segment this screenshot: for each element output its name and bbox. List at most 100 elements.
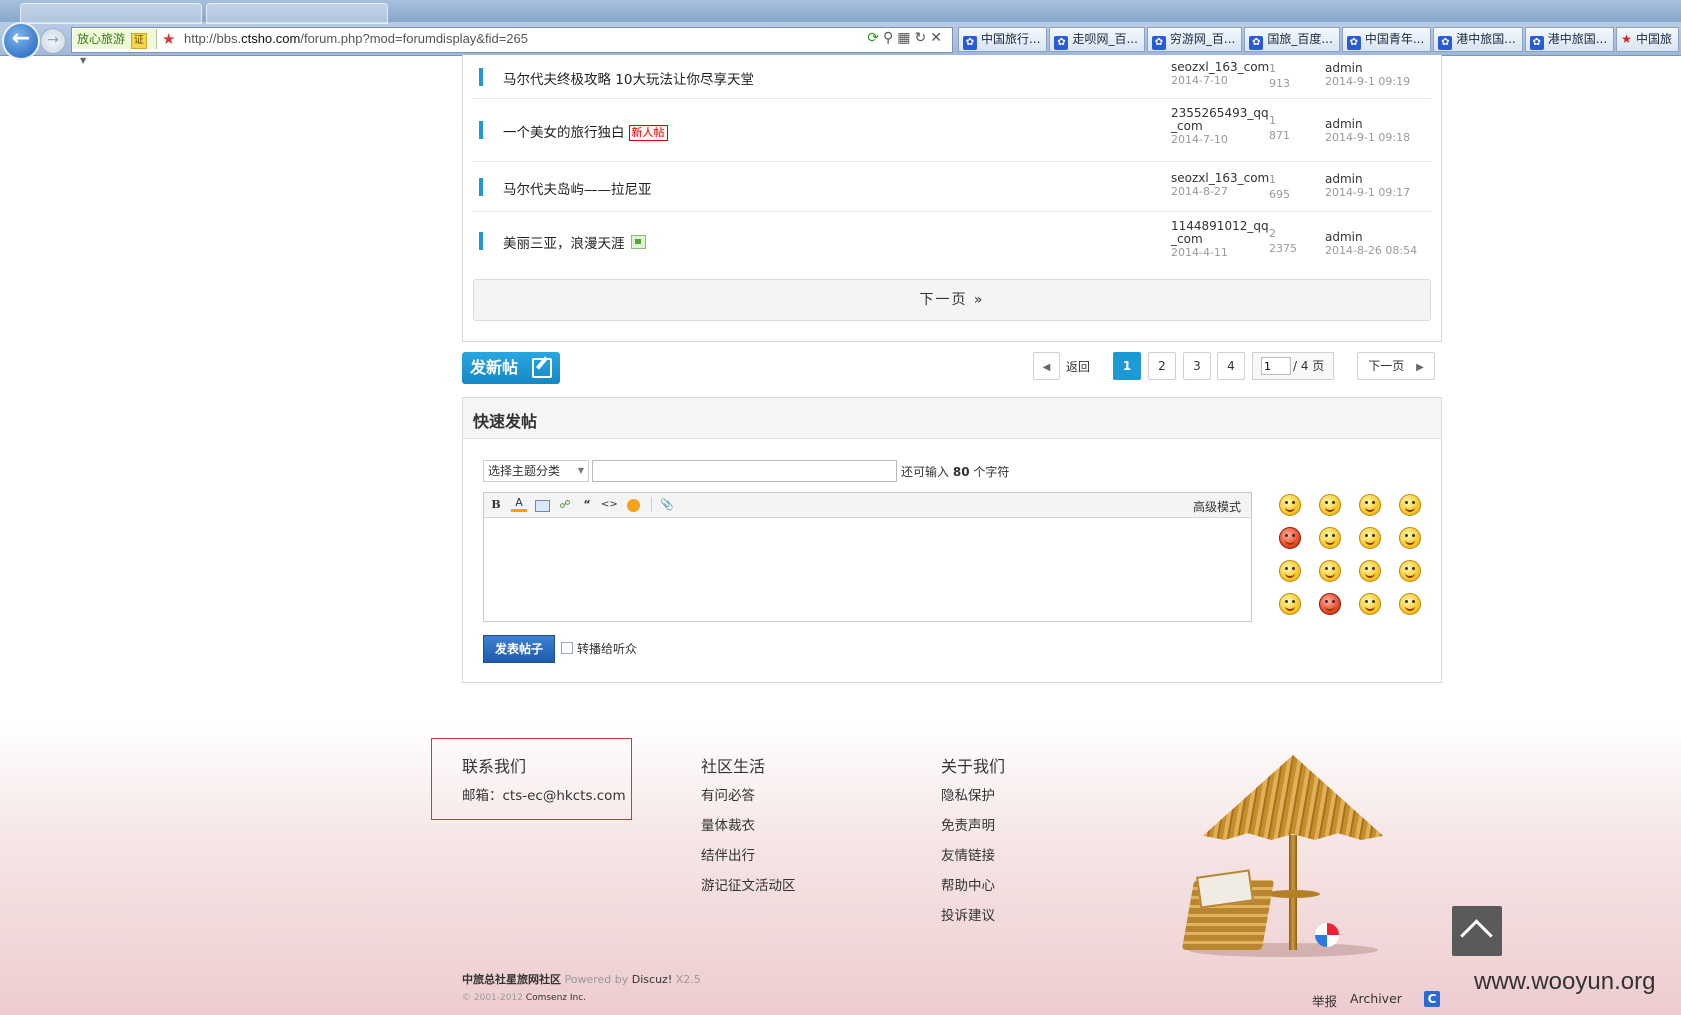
author-name[interactable]: seozxl_163_com (1171, 172, 1271, 185)
last-reply-user[interactable]: admin (1325, 230, 1417, 244)
thread-title[interactable]: 马尔代夫终极攻略 10大玩法让你尽享天堂 (503, 68, 754, 88)
browser-chrome: ← → 放心旅游 证 ▼ ★ http://bbs.ctsho.com/foru… (0, 0, 1681, 65)
bold-icon[interactable]: B (488, 497, 504, 513)
author-name[interactable]: 1144891012_qq_com (1171, 220, 1271, 246)
attachment-icon[interactable]: 📎 (659, 497, 675, 513)
footer-link[interactable]: 隐私保护 (941, 784, 995, 804)
go-icon[interactable]: ⟳ (867, 30, 883, 46)
smiley-icon[interactable] (1319, 494, 1341, 516)
smiley-icon[interactable] (1319, 593, 1341, 615)
discuz-link[interactable]: Discuz! (632, 973, 672, 986)
refresh-icon[interactable]: ↻ (915, 30, 931, 46)
font-color-icon[interactable]: A (511, 497, 527, 512)
favorite-link[interactable]: ✿ 港中旅国... (1524, 27, 1615, 52)
favorite-link[interactable]: ✿ 港中旅国... (1433, 27, 1523, 52)
back-to-top-button[interactable] (1452, 906, 1502, 956)
footer-link[interactable]: 投诉建议 (941, 904, 995, 924)
footer-link[interactable]: 免责声明 (941, 814, 995, 834)
quote-icon[interactable]: “ (579, 497, 595, 513)
search-icon[interactable]: ⚲ (883, 30, 897, 46)
last-reply-user[interactable]: admin (1325, 61, 1410, 75)
page-3-button[interactable]: 3 (1183, 352, 1211, 380)
thread-title[interactable]: 一个美女的旅行独白 新人帖 (503, 121, 668, 141)
smiley-icon[interactable] (1279, 527, 1301, 549)
favorite-link[interactable]: ★ 中国旅 (1616, 27, 1679, 52)
stop-icon[interactable]: ✕ (930, 30, 946, 46)
last-reply-user[interactable]: admin (1325, 117, 1410, 131)
report-link[interactable]: 举报 (1312, 991, 1337, 1010)
last-reply-time[interactable]: 2014-9-1 09:19 (1325, 75, 1410, 89)
url-text[interactable]: http://bbs.ctsho.com/forum.php?mod=forum… (184, 31, 528, 46)
forward-button[interactable]: → (40, 28, 66, 54)
address-bar[interactable]: 放心旅游 证 ▼ ★ http://bbs.ctsho.com/forum.ph… (71, 27, 953, 65)
author-name[interactable]: 2355265493_qq_com (1171, 107, 1271, 133)
footer-link[interactable]: 游记征文活动区 (701, 874, 796, 894)
submit-post-button[interactable]: 发表帖子 (483, 635, 555, 663)
site-safety-badge[interactable]: 放心旅游 证 ▼ (73, 29, 157, 65)
footer-link[interactable]: 有问必答 (701, 784, 755, 804)
footer-link[interactable]: 帮助中心 (941, 874, 995, 894)
back-link[interactable]: 返回 (1066, 358, 1090, 375)
smiley-icon[interactable] (1399, 593, 1421, 615)
footer-link[interactable]: 结伴出行 (701, 844, 755, 864)
smiley-icon[interactable] (1359, 494, 1381, 516)
smiley-icon[interactable] (1279, 560, 1301, 582)
smiley-icon[interactable] (1359, 527, 1381, 549)
broadcast-option[interactable]: 转播给听众 (561, 640, 637, 657)
smiley-icon[interactable] (1399, 494, 1421, 516)
favorite-link[interactable]: ✿ 走呗网_百... (1049, 27, 1145, 52)
subject-input[interactable] (592, 460, 897, 482)
comsenz-link[interactable]: Comsenz Inc. (526, 993, 586, 1003)
browser-tab-active[interactable] (206, 3, 388, 24)
browser-tab[interactable] (20, 3, 202, 24)
smiley-icon[interactable] (1279, 494, 1301, 516)
smiley-icon[interactable] (1359, 560, 1381, 582)
smiley-icon[interactable] (1319, 527, 1341, 549)
page-4-button[interactable]: 4 (1217, 352, 1245, 380)
smiley-icon[interactable] (1319, 560, 1341, 582)
compat-view-icon[interactable]: ▦ (897, 30, 914, 46)
site-name[interactable]: 中旅总社星旅网社区 (462, 973, 561, 986)
favorite-link[interactable]: ✿ 国旅_百度... (1244, 27, 1340, 52)
last-reply-user[interactable]: admin (1325, 172, 1410, 186)
page-2-button[interactable]: 2 (1148, 352, 1176, 380)
thread-title[interactable]: 美丽三亚，浪漫天涯 (503, 232, 646, 252)
contact-highlight-box (431, 738, 632, 820)
footer-link[interactable]: 友情链接 (941, 844, 995, 864)
footer-link[interactable]: 量体裁衣 (701, 814, 755, 834)
smiley-icon[interactable] (1279, 593, 1301, 615)
favorite-link[interactable]: ✿ 中国旅行... (958, 27, 1048, 52)
cnzz-icon[interactable]: C (1424, 991, 1440, 1007)
smiley-icon[interactable] (1359, 593, 1381, 615)
next-page-button[interactable]: 下一页 » (473, 279, 1431, 321)
dropdown-arrow-icon[interactable]: ▼ (80, 56, 86, 65)
smiley-icon[interactable] (627, 499, 640, 512)
back-button[interactable]: ← (2, 22, 40, 60)
thread-title[interactable]: 马尔代夫岛屿——拉尼亚 (503, 178, 652, 198)
advanced-mode-link[interactable]: 高级模式 (1193, 498, 1241, 515)
last-reply-time[interactable]: 2014-9-1 09:18 (1325, 131, 1410, 145)
prev-arrow-button[interactable]: ◀ (1033, 352, 1060, 380)
favorite-star-icon[interactable]: ★ (162, 30, 175, 48)
page-1-button[interactable]: 1 (1113, 352, 1141, 380)
favorite-link[interactable]: ✿ 中国青年... (1341, 27, 1432, 52)
new-thread-button[interactable]: 发新帖 (462, 352, 560, 384)
message-editor[interactable]: B A ☍ “ <> 📎 高级模式 (483, 492, 1252, 622)
link-icon[interactable]: ☍ (557, 497, 573, 513)
smiley-icon[interactable] (1399, 527, 1421, 549)
archiver-link[interactable]: Archiver (1350, 991, 1402, 1006)
code-icon[interactable]: <> (601, 497, 618, 513)
next-page-small-button[interactable]: 下一页 ▶ (1357, 352, 1435, 380)
favorite-link[interactable]: ✿ 穷游网_百... (1146, 27, 1243, 52)
author-name[interactable]: seozxl_163_com (1171, 61, 1271, 74)
thread-row: 马尔代夫终极攻略 10大玩法让你尽享天堂 seozxl_163_com 2014… (473, 55, 1431, 99)
contact-email[interactable]: 邮箱：cts-ec@hkcts.com (462, 784, 626, 804)
last-reply-time[interactable]: 2014-9-1 09:17 (1325, 186, 1410, 200)
star-icon: ★ (1621, 32, 1632, 46)
image-icon[interactable] (535, 500, 550, 512)
last-reply-time[interactable]: 2014-8-26 08:54 (1325, 244, 1417, 258)
smiley-icon[interactable] (1399, 560, 1421, 582)
page-jump-input[interactable] (1261, 357, 1291, 375)
broadcast-checkbox[interactable] (561, 642, 573, 654)
thread-type-select[interactable]: 选择主题分类 ▼ (483, 460, 589, 482)
